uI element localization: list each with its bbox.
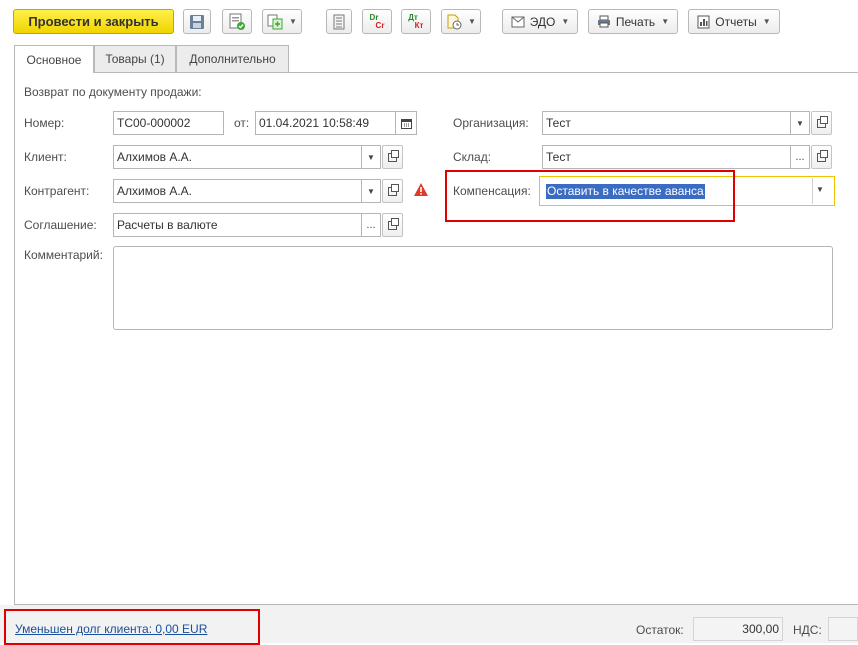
dtkt-icon: Дт Кт	[408, 13, 424, 30]
open-icon	[388, 183, 399, 196]
reports-button[interactable]: Отчеты ▼	[688, 9, 780, 34]
chevron-down-icon: ▼	[661, 17, 670, 26]
post-document-button[interactable]	[222, 9, 252, 34]
agreement-field[interactable]: Расчеты в валюте	[113, 213, 362, 237]
number-label: Номер:	[24, 116, 65, 130]
open-icon	[817, 115, 828, 128]
compensation-highlight-box	[445, 170, 735, 222]
create-based-on-icon	[267, 14, 283, 30]
reports-icon	[697, 15, 710, 29]
edo-button[interactable]: ЭДО ▼	[502, 9, 578, 34]
tab-goods-label: Товары (1)	[105, 52, 165, 66]
balance-label: Остаток:	[636, 623, 684, 637]
warehouse-select-button[interactable]: ...	[790, 145, 810, 169]
comment-textarea[interactable]	[113, 246, 833, 330]
contractor-open-button[interactable]	[382, 179, 403, 203]
vat-value	[828, 617, 858, 641]
warehouse-open-button[interactable]	[811, 145, 832, 169]
tab-additional-label: Дополнительно	[189, 52, 276, 66]
tab-main[interactable]: Основное	[14, 45, 94, 73]
dtkt-button[interactable]: Дт Кт	[401, 9, 431, 34]
save-icon	[189, 14, 205, 30]
return-by-document-label: Возврат по документу продажи:	[24, 85, 202, 99]
ellipsis-icon: ...	[795, 151, 805, 163]
warning-icon	[413, 182, 429, 197]
warehouse-field[interactable]: Тест	[542, 145, 791, 169]
drcr-button[interactable]: Dr Cr	[362, 9, 392, 34]
calendar-button[interactable]	[395, 111, 417, 135]
client-dropdown-button[interactable]: ▼	[361, 145, 381, 169]
organization-dropdown-button[interactable]: ▼	[790, 111, 810, 135]
debt-highlight-box	[4, 609, 260, 645]
chevron-down-icon: ▼	[367, 152, 375, 162]
chevron-down-icon: ▼	[367, 186, 375, 196]
agreement-label: Соглашение:	[24, 218, 97, 232]
tab-additional[interactable]: Дополнительно	[176, 45, 289, 72]
client-label: Клиент:	[24, 150, 67, 164]
comment-label: Комментарий:	[24, 248, 103, 262]
save-button[interactable]	[183, 9, 211, 34]
open-icon	[388, 149, 399, 162]
reports-label: Отчеты	[715, 14, 757, 29]
chevron-down-icon: ▼	[796, 118, 804, 128]
drcr-bottom-text: Cr	[375, 20, 385, 30]
create-based-on-button[interactable]: ▼	[262, 9, 302, 34]
vat-label: НДС:	[793, 623, 822, 637]
organization-open-button[interactable]	[811, 111, 832, 135]
organization-label: Организация:	[453, 116, 529, 130]
client-open-button[interactable]	[382, 145, 403, 169]
tab-main-label: Основное	[26, 52, 82, 67]
document-journal-button[interactable]	[326, 9, 352, 34]
edo-label: ЭДО	[529, 14, 556, 29]
open-icon	[817, 149, 828, 162]
post-and-close-button[interactable]: Провести и закрыть	[13, 9, 174, 34]
chevron-down-icon: ▼	[762, 17, 771, 26]
contractor-label: Контрагент:	[24, 184, 90, 198]
print-label: Печать	[615, 14, 656, 29]
post-document-icon	[228, 13, 246, 31]
agreement-open-button[interactable]	[382, 213, 403, 237]
contractor-dropdown-button[interactable]: ▼	[361, 179, 381, 203]
contractor-field[interactable]: Алхимов А.А.	[113, 179, 362, 203]
chevron-down-icon: ▼	[468, 17, 476, 26]
chevron-down-icon: ▼	[561, 17, 570, 26]
compensation-divider	[812, 178, 813, 204]
organization-field[interactable]: Тест	[542, 111, 791, 135]
printer-icon	[597, 15, 611, 28]
print-button[interactable]: Печать ▼	[588, 9, 678, 34]
ellipsis-icon: ...	[366, 219, 376, 231]
chevron-down-icon: ▼	[289, 17, 297, 26]
client-field[interactable]: Алхимов А.А.	[113, 145, 362, 169]
dtkt-bottom-text: Кт	[414, 20, 424, 30]
from-label: от:	[234, 116, 250, 130]
open-icon	[388, 217, 399, 230]
calendar-icon	[400, 118, 412, 129]
edo-icon	[511, 16, 525, 28]
list-icon	[333, 14, 345, 30]
warehouse-label: Склад:	[453, 150, 492, 164]
balance-value: 300,00	[693, 617, 783, 641]
drcr-icon: Dr Cr	[370, 13, 385, 30]
tab-goods[interactable]: Товары (1)	[94, 45, 176, 72]
document-clock-icon	[446, 14, 462, 30]
date-field[interactable]: 01.04.2021 10:58:49	[255, 111, 396, 135]
chevron-down-icon[interactable]: ▼	[816, 185, 824, 194]
agreement-select-button[interactable]: ...	[361, 213, 381, 237]
post-and-close-label: Провести и закрыть	[28, 14, 159, 29]
number-field[interactable]: ТС00-000002	[113, 111, 224, 135]
related-documents-button[interactable]: ▼	[441, 9, 481, 34]
